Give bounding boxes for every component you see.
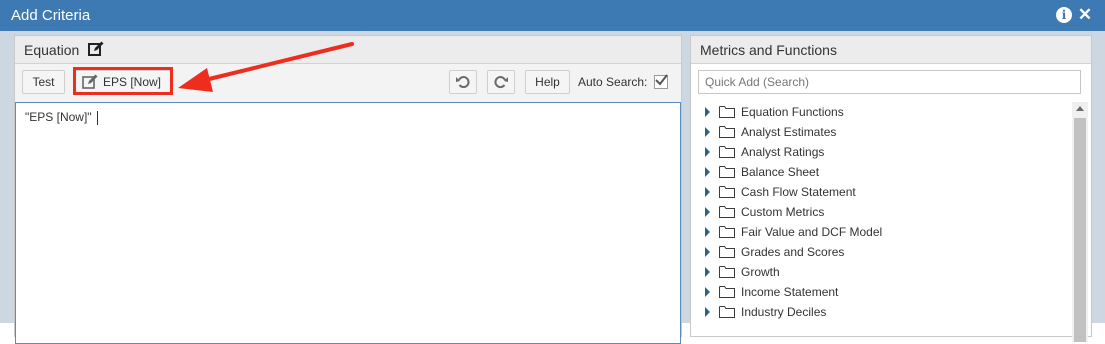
expand-arrow-icon[interactable] — [705, 267, 710, 277]
expand-arrow-icon[interactable] — [705, 107, 710, 117]
tree-item-cash-flow-statement[interactable]: Cash Flow Statement — [691, 182, 1061, 202]
equation-panel-header: Equation — [15, 36, 681, 64]
expand-arrow-icon[interactable] — [705, 207, 710, 217]
tree-item-label: Growth — [741, 265, 780, 279]
expand-arrow-icon[interactable] — [705, 127, 710, 137]
equation-panel: Equation Test EPS [Now] Help Auto Search… — [14, 35, 682, 344]
redo-button[interactable] — [487, 70, 515, 94]
folder-icon — [719, 186, 735, 198]
folder-icon — [719, 286, 735, 298]
auto-search-label: Auto Search: — [578, 75, 648, 89]
tree-item-label: Custom Metrics — [741, 205, 825, 219]
tree-item-label: Balance Sheet — [741, 165, 820, 179]
equation-editor[interactable]: "EPS [Now]" — [15, 102, 681, 344]
close-icon[interactable]: ✕ — [1077, 6, 1093, 23]
checkmark-icon — [655, 74, 668, 86]
info-icon[interactable]: i — [1056, 7, 1072, 23]
expand-arrow-icon[interactable] — [705, 167, 710, 177]
tree-item-balance-sheet[interactable]: Balance Sheet — [691, 162, 1061, 182]
tree-item-growth[interactable]: Growth — [691, 262, 1061, 282]
tree-item-grades-and-scores[interactable]: Grades and Scores — [691, 242, 1061, 262]
tree-item-label: Equation Functions — [741, 105, 844, 119]
help-button[interactable]: Help — [525, 70, 570, 94]
redo-icon — [494, 76, 508, 89]
scroll-up-arrow-icon[interactable] — [1076, 106, 1084, 111]
undo-icon — [456, 76, 470, 89]
tree-item-label: Fair Value and DCF Model — [741, 225, 883, 239]
folder-icon — [719, 306, 735, 318]
test-button[interactable]: Test — [22, 70, 65, 94]
expand-arrow-icon[interactable] — [705, 187, 710, 197]
expand-arrow-icon[interactable] — [705, 147, 710, 157]
tree-item-label: Analyst Ratings — [741, 145, 825, 159]
edit-icon[interactable] — [88, 41, 104, 57]
folder-icon — [719, 106, 735, 118]
tree-item-label: Grades and Scores — [741, 245, 845, 259]
folder-icon — [719, 226, 735, 238]
dialog-title: Add Criteria — [11, 7, 91, 24]
folder-icon — [719, 206, 735, 218]
tree-item-label: Industry Deciles — [741, 305, 827, 319]
folder-icon — [719, 146, 735, 158]
editor-text: "EPS [Now]" — [25, 110, 92, 124]
tree-item-label: Income Statement — [741, 285, 839, 299]
expand-arrow-icon[interactable] — [705, 247, 710, 257]
expand-arrow-icon[interactable] — [705, 227, 710, 237]
scroll-thumb[interactable] — [1074, 118, 1086, 342]
equation-title: Equation — [24, 42, 80, 58]
expand-arrow-icon[interactable] — [705, 287, 710, 297]
tree-item-label: Analyst Estimates — [741, 125, 837, 139]
text-caret — [96, 110, 98, 125]
quick-add-search-input[interactable] — [698, 70, 1081, 94]
metrics-tree: Equation Functions Analyst Estimates Ana… — [691, 102, 1073, 342]
tree-item-custom-metrics[interactable]: Custom Metrics — [691, 202, 1061, 222]
metrics-panel-header: Metrics and Functions — [691, 36, 1091, 64]
vertical-scrollbar[interactable] — [1072, 102, 1088, 342]
folder-icon — [719, 166, 735, 178]
undo-button[interactable] — [449, 70, 477, 94]
folder-icon — [719, 246, 735, 258]
folder-icon — [719, 126, 735, 138]
expand-arrow-icon[interactable] — [705, 307, 710, 317]
tree-item-industry-deciles[interactable]: Industry Deciles — [691, 302, 1061, 322]
tree-item-equation-functions[interactable]: Equation Functions — [691, 102, 1061, 122]
tree-item-income-statement[interactable]: Income Statement — [691, 282, 1061, 302]
folder-icon — [719, 266, 735, 278]
tree-item-label: Cash Flow Statement — [741, 185, 856, 199]
highlight-box — [73, 67, 173, 95]
tree-item-analyst-ratings[interactable]: Analyst Ratings — [691, 142, 1061, 162]
editor-content: "EPS [Now]" — [25, 110, 98, 125]
dialog-titlebar: Add Criteria i ✕ — [0, 0, 1105, 31]
tree-item-fair-value-and-dcf-model[interactable]: Fair Value and DCF Model — [691, 222, 1061, 242]
equation-toolbar: Test EPS [Now] Help Auto Search: — [15, 64, 681, 102]
metrics-title: Metrics and Functions — [700, 42, 837, 58]
tree-item-analyst-estimates[interactable]: Analyst Estimates — [691, 122, 1061, 142]
metrics-panel: Metrics and Functions Equation Functions… — [690, 35, 1092, 342]
auto-search-checkbox[interactable] — [654, 74, 668, 89]
